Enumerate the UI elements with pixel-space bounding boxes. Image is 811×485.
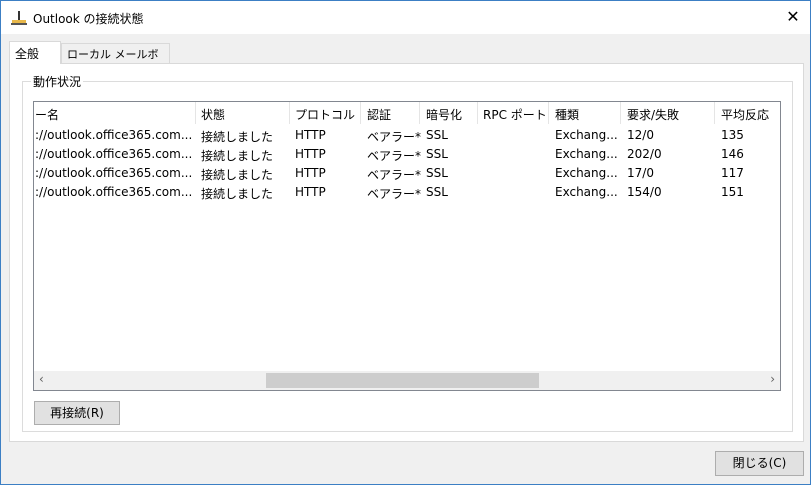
- connection-status-window: Outlook の接続状態 ✕ 全般 ローカル メールボックス 動作状況 ー名 状…: [0, 0, 811, 485]
- column-header[interactable]: プロトコル: [295, 106, 355, 123]
- column-header[interactable]: RPC ポート: [483, 106, 547, 123]
- table-cell: ://outlook.office365.com...: [35, 147, 193, 161]
- table-cell: ://outlook.office365.com...: [35, 128, 193, 142]
- table-cell: HTTP: [295, 128, 326, 142]
- table-row[interactable]: ://outlook.office365.com... 接続しました HTTP ベアラ…: [34, 183, 780, 202]
- table-cell: Exchang...: [555, 166, 618, 180]
- table-cell: 154/0: [627, 185, 662, 199]
- title-bar: Outlook の接続状態 ✕: [1, 1, 810, 34]
- reconnect-button[interactable]: 再接続(R): [34, 401, 120, 425]
- column-divider[interactable]: [360, 102, 361, 124]
- table-cell: HTTP: [295, 185, 326, 199]
- table-cell: 146: [721, 147, 744, 161]
- table-cell: SSL: [426, 185, 448, 199]
- column-header[interactable]: 要求/失敗: [627, 106, 679, 123]
- column-header[interactable]: 状態: [201, 106, 225, 123]
- table-cell: 接続しました: [201, 130, 274, 144]
- table-cell: 接続しました: [201, 149, 274, 163]
- activity-group: 動作状況 ー名 状態 プロトコル 認証 暗号化 RPC ポート 種類 要求/失敗 平均反応 :/…: [22, 73, 793, 432]
- table-cell: ベアラー*: [367, 130, 422, 144]
- column-divider[interactable]: [548, 102, 549, 124]
- tab-panel: 動作状況 ー名 状態 プロトコル 認証 暗号化 RPC ポート 種類 要求/失敗 平均反応 :/…: [9, 63, 804, 442]
- table-cell: HTTP: [295, 147, 326, 161]
- table-cell: Exchang...: [555, 147, 618, 161]
- column-header[interactable]: 種類: [555, 106, 579, 123]
- table-cell: ベアラー*: [367, 168, 422, 182]
- table-cell: 151: [721, 185, 744, 199]
- column-header[interactable]: 平均反応: [721, 106, 769, 123]
- close-window-button[interactable]: ✕: [779, 5, 807, 29]
- table-row[interactable]: ://outlook.office365.com... 接続しました HTTP ベアラ…: [34, 164, 780, 183]
- close-button[interactable]: 閉じる(C): [715, 451, 804, 476]
- table-cell: ://outlook.office365.com...: [35, 185, 193, 199]
- table-cell: 12/0: [627, 128, 654, 142]
- table-cell: 接続しました: [201, 187, 274, 201]
- connection-list[interactable]: ー名 状態 プロトコル 認証 暗号化 RPC ポート 種類 要求/失敗 平均反応 ://outl…: [33, 101, 781, 391]
- table-cell: 135: [721, 128, 744, 142]
- group-label: 動作状況: [31, 73, 84, 90]
- column-header[interactable]: 暗号化: [426, 106, 462, 123]
- tab-local-mailbox[interactable]: ローカル メールボックス: [61, 43, 170, 77]
- table-cell: ://outlook.office365.com...: [35, 166, 193, 180]
- table-cell: HTTP: [295, 166, 326, 180]
- scroll-left-icon[interactable]: ‹: [39, 372, 44, 386]
- horizontal-scrollbar[interactable]: ‹ ›: [34, 371, 780, 390]
- table-row[interactable]: ://outlook.office365.com... 接続しました HTTP ベアラ…: [34, 126, 780, 145]
- list-header: ー名 状態 プロトコル 認証 暗号化 RPC ポート 種類 要求/失敗 平均反応: [34, 102, 780, 124]
- column-divider[interactable]: [195, 102, 196, 124]
- table-cell: SSL: [426, 166, 448, 180]
- column-divider[interactable]: [477, 102, 478, 124]
- column-divider[interactable]: [620, 102, 621, 124]
- table-cell: SSL: [426, 147, 448, 161]
- network-connection-icon: [11, 11, 27, 25]
- table-cell: ベアラー*: [367, 187, 422, 201]
- table-cell: ベアラー*: [367, 149, 422, 163]
- scroll-right-icon[interactable]: ›: [770, 372, 775, 386]
- table-row[interactable]: ://outlook.office365.com... 接続しました HTTP ベアラ…: [34, 145, 780, 164]
- column-divider[interactable]: [419, 102, 420, 124]
- column-divider[interactable]: [714, 102, 715, 124]
- column-header[interactable]: ー名: [35, 106, 59, 123]
- table-cell: 17/0: [627, 166, 654, 180]
- column-header[interactable]: 認証: [367, 106, 391, 123]
- table-cell: 117: [721, 166, 744, 180]
- table-cell: 接続しました: [201, 168, 274, 182]
- column-divider[interactable]: [289, 102, 290, 124]
- tab-general[interactable]: 全般: [9, 41, 61, 64]
- window-title: Outlook の接続状態: [33, 12, 144, 26]
- table-cell: SSL: [426, 128, 448, 142]
- table-cell: 202/0: [627, 147, 662, 161]
- table-cell: Exchang...: [555, 185, 618, 199]
- scroll-thumb[interactable]: [266, 373, 539, 388]
- table-cell: Exchang...: [555, 128, 618, 142]
